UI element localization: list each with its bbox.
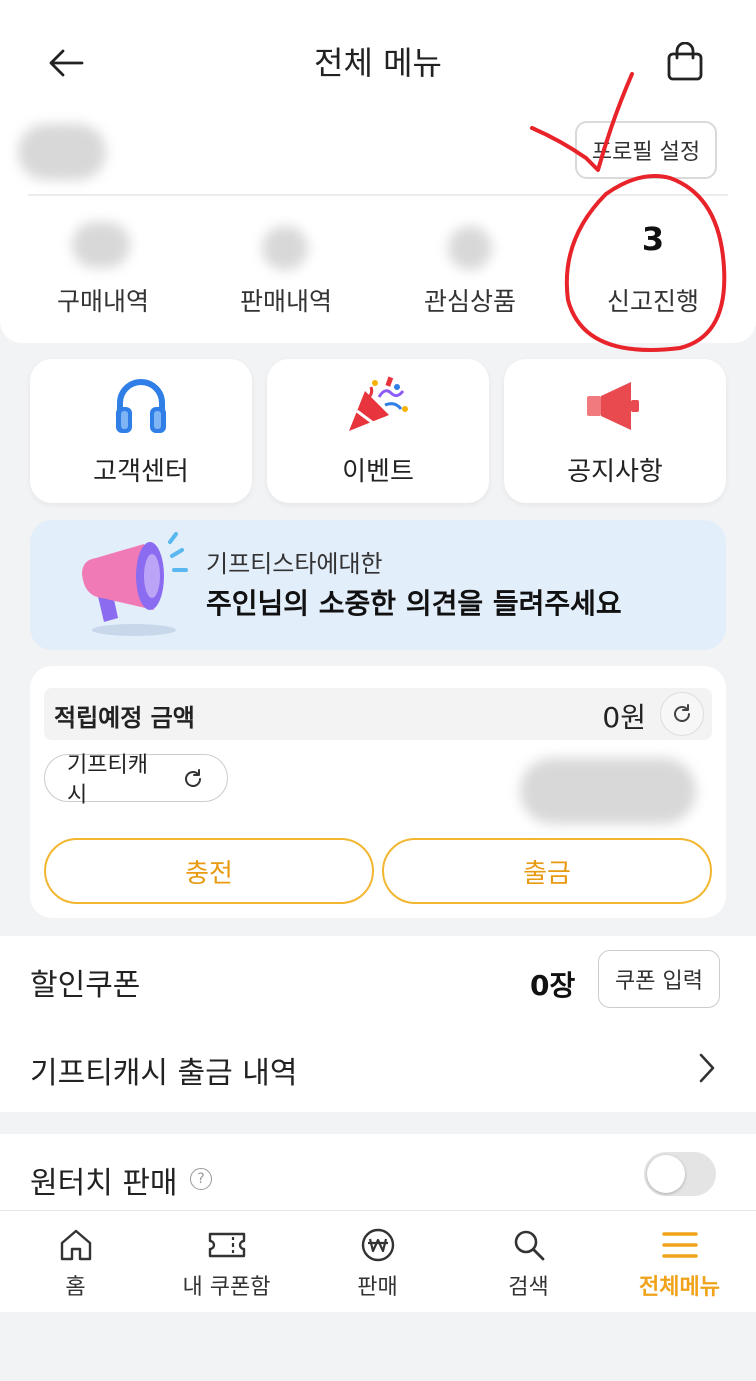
profile-settings-button[interactable]: 프로필 설정 <box>575 121 717 179</box>
nav-label: 내 쿠폰함 <box>182 1275 271 1300</box>
coupon-section: 할인쿠폰 0장 쿠폰 입력 기프티캐시 출금 내역 <box>0 936 756 1112</box>
gifticash-pill[interactable]: 기프티캐시 <box>44 753 228 808</box>
refresh-points-button[interactable] <box>660 692 704 736</box>
nav-label: 홈 <box>65 1275 86 1300</box>
gifticash-label: 기프티캐시 <box>67 753 148 808</box>
refresh-icon[interactable] <box>181 767 205 791</box>
profile-name-redacted <box>18 124 106 180</box>
coupon-count: 0장 <box>530 969 576 1002</box>
menu-icon <box>604 1227 755 1263</box>
refresh-icon <box>674 704 690 722</box>
stat-wishlist[interactable]: 관심상품 <box>380 282 560 318</box>
nav-label: 전체메뉴 <box>639 1275 720 1300</box>
party-popper-icon <box>267 375 489 437</box>
pending-points-label: 적립예정 금액 <box>54 704 195 732</box>
nav-label: 검색 <box>508 1275 549 1300</box>
points-card: 적립예정 금액 0원 기프티캐시 충전 출금 <box>30 666 726 918</box>
tile-label: 이벤트 <box>342 457 414 487</box>
help-icon[interactable]: ? <box>190 1168 212 1190</box>
nav-home[interactable]: 홈 <box>0 1211 151 1313</box>
nav-sell[interactable]: 판매 <box>302 1211 453 1313</box>
pending-points-value: 0원 <box>602 701 646 734</box>
tile-label: 고객센터 <box>93 457 189 487</box>
stat-count-redacted <box>72 222 130 268</box>
tile-notice[interactable]: 공지사항 <box>504 359 726 503</box>
onetouch-toggle[interactable] <box>644 1152 716 1196</box>
withdraw-button[interactable]: 출금 <box>382 838 712 904</box>
page-title: 전체 메뉴 <box>314 44 442 82</box>
headphones-icon <box>30 375 252 437</box>
megaphone-icon <box>504 375 726 437</box>
nav-label: 판매 <box>357 1275 398 1300</box>
gifticash-amount-redacted <box>520 758 696 824</box>
tile-event[interactable]: 이벤트 <box>267 359 489 503</box>
won-coin-icon <box>302 1227 453 1263</box>
feedback-banner[interactable]: 기프티스타에대한 주인님의 소중한 의견을 들려주세요 <box>30 520 726 650</box>
bottom-nav: 홈 내 쿠폰함 판매 검색 전체메뉴 <box>0 1210 756 1312</box>
home-icon <box>0 1227 151 1263</box>
cart-button[interactable] <box>658 36 712 88</box>
stat-report-progress[interactable]: 신고진행 <box>563 282 743 318</box>
onetouch-sale-title: 원터치 판매 <box>30 1166 178 1201</box>
charge-button[interactable]: 충전 <box>44 838 374 904</box>
megaphone-icon <box>82 532 188 636</box>
stat-count-report: 3 <box>641 220 665 258</box>
banner-title: 주인님의 소중한 의견을 들려주세요 <box>206 587 622 620</box>
banner-subtitle: 기프티스타에대한 <box>206 550 383 578</box>
gifticash-withdraw-history[interactable]: 기프티캐시 출금 내역 <box>30 1048 297 1092</box>
nav-my-coupons[interactable]: 내 쿠폰함 <box>151 1211 302 1313</box>
ticket-icon <box>151 1227 302 1263</box>
search-icon <box>453 1227 604 1263</box>
stat-count-redacted <box>262 226 308 270</box>
discount-coupon-title: 할인쿠폰 <box>30 968 141 1003</box>
nav-search[interactable]: 검색 <box>453 1211 604 1313</box>
tile-customer-center[interactable]: 고객센터 <box>30 359 252 503</box>
onetouch-section: 원터치 판매 ? <box>0 1134 756 1210</box>
stat-sales-history[interactable]: 판매내역 <box>196 282 376 318</box>
divider <box>28 194 728 196</box>
chevron-right-icon[interactable] <box>692 1048 722 1088</box>
nav-full-menu[interactable]: 전체메뉴 <box>604 1211 755 1313</box>
shopping-bag-icon <box>667 42 703 81</box>
pending-points-row: 적립예정 금액 0원 <box>44 688 712 740</box>
tile-label: 공지사항 <box>567 457 663 487</box>
stat-purchase-history[interactable]: 구매내역 <box>13 282 193 318</box>
toggle-knob <box>647 1155 685 1193</box>
stat-count-redacted <box>448 226 492 270</box>
coupon-input-button[interactable]: 쿠폰 입력 <box>598 950 720 1008</box>
